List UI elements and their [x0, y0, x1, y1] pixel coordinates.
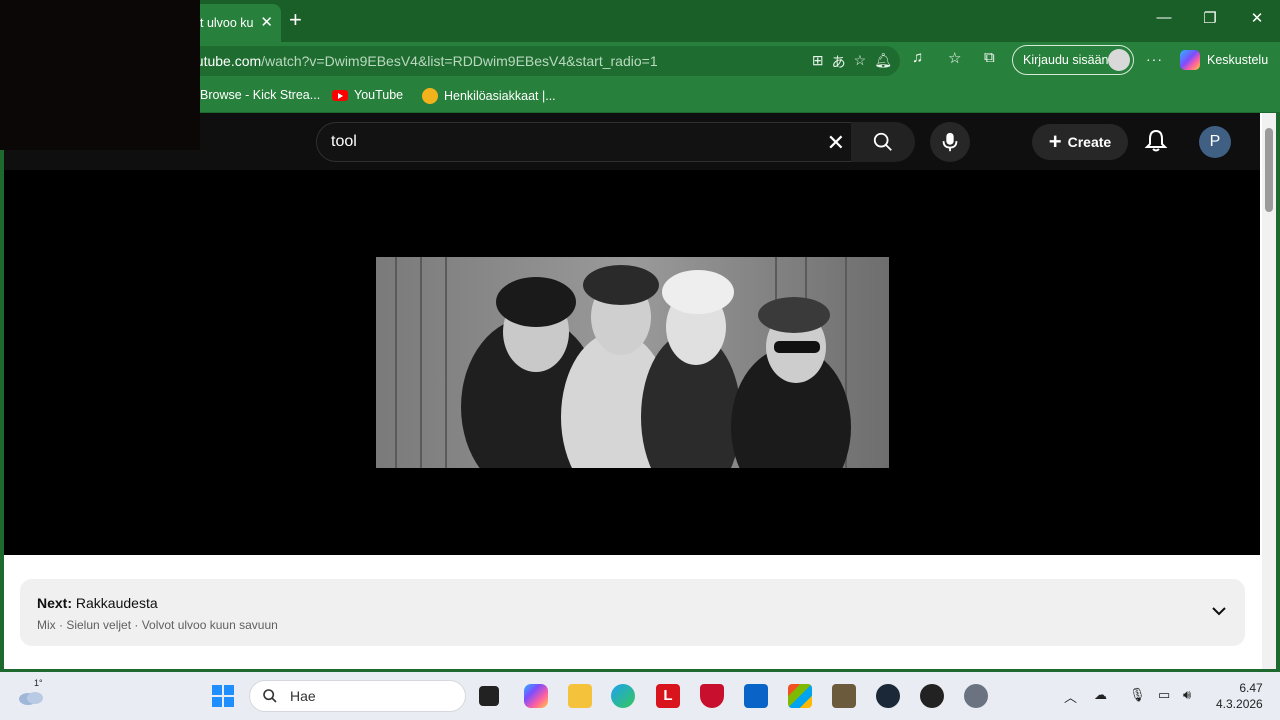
bell-icon — [1144, 129, 1168, 152]
voice-search-button[interactable] — [930, 122, 970, 162]
media-icon[interactable]: ♫ — [912, 49, 923, 66]
account-avatar[interactable]: P — [1199, 126, 1231, 158]
settings-gear-icon[interactable] — [964, 684, 988, 708]
taskbar-search-placeholder: Hae — [290, 688, 316, 704]
lastpass-icon[interactable]: L — [656, 684, 680, 708]
game-app-icon[interactable] — [832, 684, 856, 708]
youtube-page: tool ✕ + Create P Next: Rakkaudesta Mix … — [4, 113, 1276, 669]
notification-bell-icon[interactable]: 🔔︎ — [874, 52, 892, 72]
microphone-icon — [942, 132, 958, 152]
store-icon[interactable] — [788, 684, 812, 708]
favorite-star-icon[interactable]: ☆ — [854, 52, 867, 72]
steam-icon[interactable] — [876, 684, 900, 708]
youtube-icon — [332, 89, 348, 101]
favorites-icon[interactable]: ☆ — [948, 49, 961, 67]
up-next-prefix: Next: — [37, 595, 73, 611]
bank-icon — [422, 88, 438, 104]
close-window-icon[interactable]: ✕ — [1237, 9, 1277, 27]
url-path: /watch?v=Dwim9EBesV4&list=RDDwim9EBesV4&… — [261, 53, 658, 69]
video-thumbnail-image — [376, 257, 889, 468]
up-next-title: Next: Rakkaudesta — [37, 595, 158, 611]
address-icons: ⊞ あ ☆ 🔔︎ — [812, 52, 892, 72]
video-player[interactable] — [4, 170, 1260, 555]
create-button[interactable]: + Create — [1032, 124, 1128, 160]
edge-icon[interactable] — [611, 684, 635, 708]
bookmark-label: Henkilöasiakkaat |... — [444, 89, 556, 103]
bookmark-henkiloasiakkaat[interactable]: Henkilöasiakkaat |... — [422, 88, 556, 104]
up-next-subtitle: Mix · Sielun veljet · Volvot ulvoo kuun … — [37, 618, 278, 632]
notifications-button[interactable] — [1144, 128, 1168, 159]
minimize-icon[interactable]: — — [1144, 9, 1184, 26]
up-next-song: Rakkaudesta — [75, 595, 158, 611]
taskbar-search[interactable]: Hae — [249, 680, 466, 712]
bookmark-label: YouTube — [354, 88, 404, 102]
microphone-icon[interactable]: 🎙︎ — [1129, 687, 1146, 703]
browser-window: t ulvoo ku ✕ + — ❐ ✕ outube.com/watch?v=… — [0, 0, 1280, 672]
expand-button[interactable] — [1211, 603, 1227, 624]
close-tab-icon[interactable]: ✕ — [260, 13, 273, 31]
restore-icon[interactable]: ❐ — [1190, 9, 1230, 27]
bookmark-label: Browse - Kick Strea... — [200, 88, 321, 102]
scrollbar-thumb[interactable] — [1265, 128, 1273, 212]
app-available-icon[interactable]: ⊞ — [812, 52, 824, 72]
show-hidden-icons-icon[interactable]: ︿ — [1064, 687, 1077, 706]
cloud-icon — [19, 692, 43, 705]
up-next-panel[interactable]: Next: Rakkaudesta Mix · Sielun veljet · … — [20, 579, 1245, 646]
bookmark-youtube[interactable]: YouTube — [332, 88, 403, 102]
taskbar: 1° Hae L ︿ ☁ 🎙︎ ▭ 🔊︎ 6.47 4.3.2026 — [0, 672, 1280, 720]
search-button[interactable] — [851, 122, 915, 162]
copilot-button[interactable]: Keskustelu — [1180, 50, 1268, 70]
tab-title: t ulvoo ku — [200, 16, 254, 30]
signin-button[interactable]: Kirjaudu sisään — [1012, 45, 1134, 75]
translate-icon[interactable]: あ — [832, 52, 846, 72]
more-menu-icon[interactable]: ··· — [1146, 51, 1163, 67]
mcafee-icon[interactable] — [700, 684, 724, 708]
profile-avatar-icon — [1108, 49, 1130, 71]
file-explorer-icon[interactable] — [568, 684, 592, 708]
create-label: Create — [1067, 134, 1112, 150]
plus-icon: + — [1048, 129, 1062, 154]
collections-icon[interactable]: ⧉ — [984, 49, 995, 66]
clock-time: 6.47 — [1239, 681, 1263, 695]
weather-widget[interactable]: 1° — [18, 678, 44, 708]
obs-icon[interactable] — [920, 684, 944, 708]
search-icon — [873, 132, 892, 151]
chevron-down-icon — [1212, 607, 1226, 616]
search-input[interactable]: tool ✕ — [316, 122, 852, 162]
outlook-icon[interactable] — [744, 684, 768, 708]
copilot-icon — [1180, 50, 1200, 70]
black-overlay — [0, 0, 200, 150]
start-icon[interactable] — [211, 684, 235, 708]
volume-icon[interactable]: 🔊︎ — [1183, 687, 1191, 703]
avatar-letter: P — [1209, 133, 1221, 150]
address-bar[interactable]: outube.com/watch?v=Dwim9EBesV4&list=RDDw… — [170, 46, 900, 76]
band-photo-image — [376, 257, 889, 468]
clear-search-icon[interactable]: ✕ — [827, 130, 845, 156]
task-view-icon[interactable] — [479, 686, 499, 706]
bookmark-kick[interactable]: Browse - Kick Strea... — [200, 88, 320, 102]
signin-label: Kirjaudu sisään — [1023, 53, 1109, 67]
new-tab-icon[interactable]: + — [289, 8, 302, 32]
clock-date: 4.3.2026 — [1216, 697, 1263, 711]
search-value: tool — [331, 133, 357, 150]
network-icon[interactable]: ▭ — [1158, 687, 1170, 703]
weather-temp: 1° — [34, 678, 43, 688]
copilot-taskbar-icon[interactable] — [524, 684, 548, 708]
clock[interactable]: 6.47 4.3.2026 — [1216, 680, 1263, 712]
onedrive-icon[interactable]: ☁ — [1094, 687, 1107, 703]
copilot-label: Keskustelu — [1207, 53, 1269, 67]
search-icon — [263, 689, 277, 703]
